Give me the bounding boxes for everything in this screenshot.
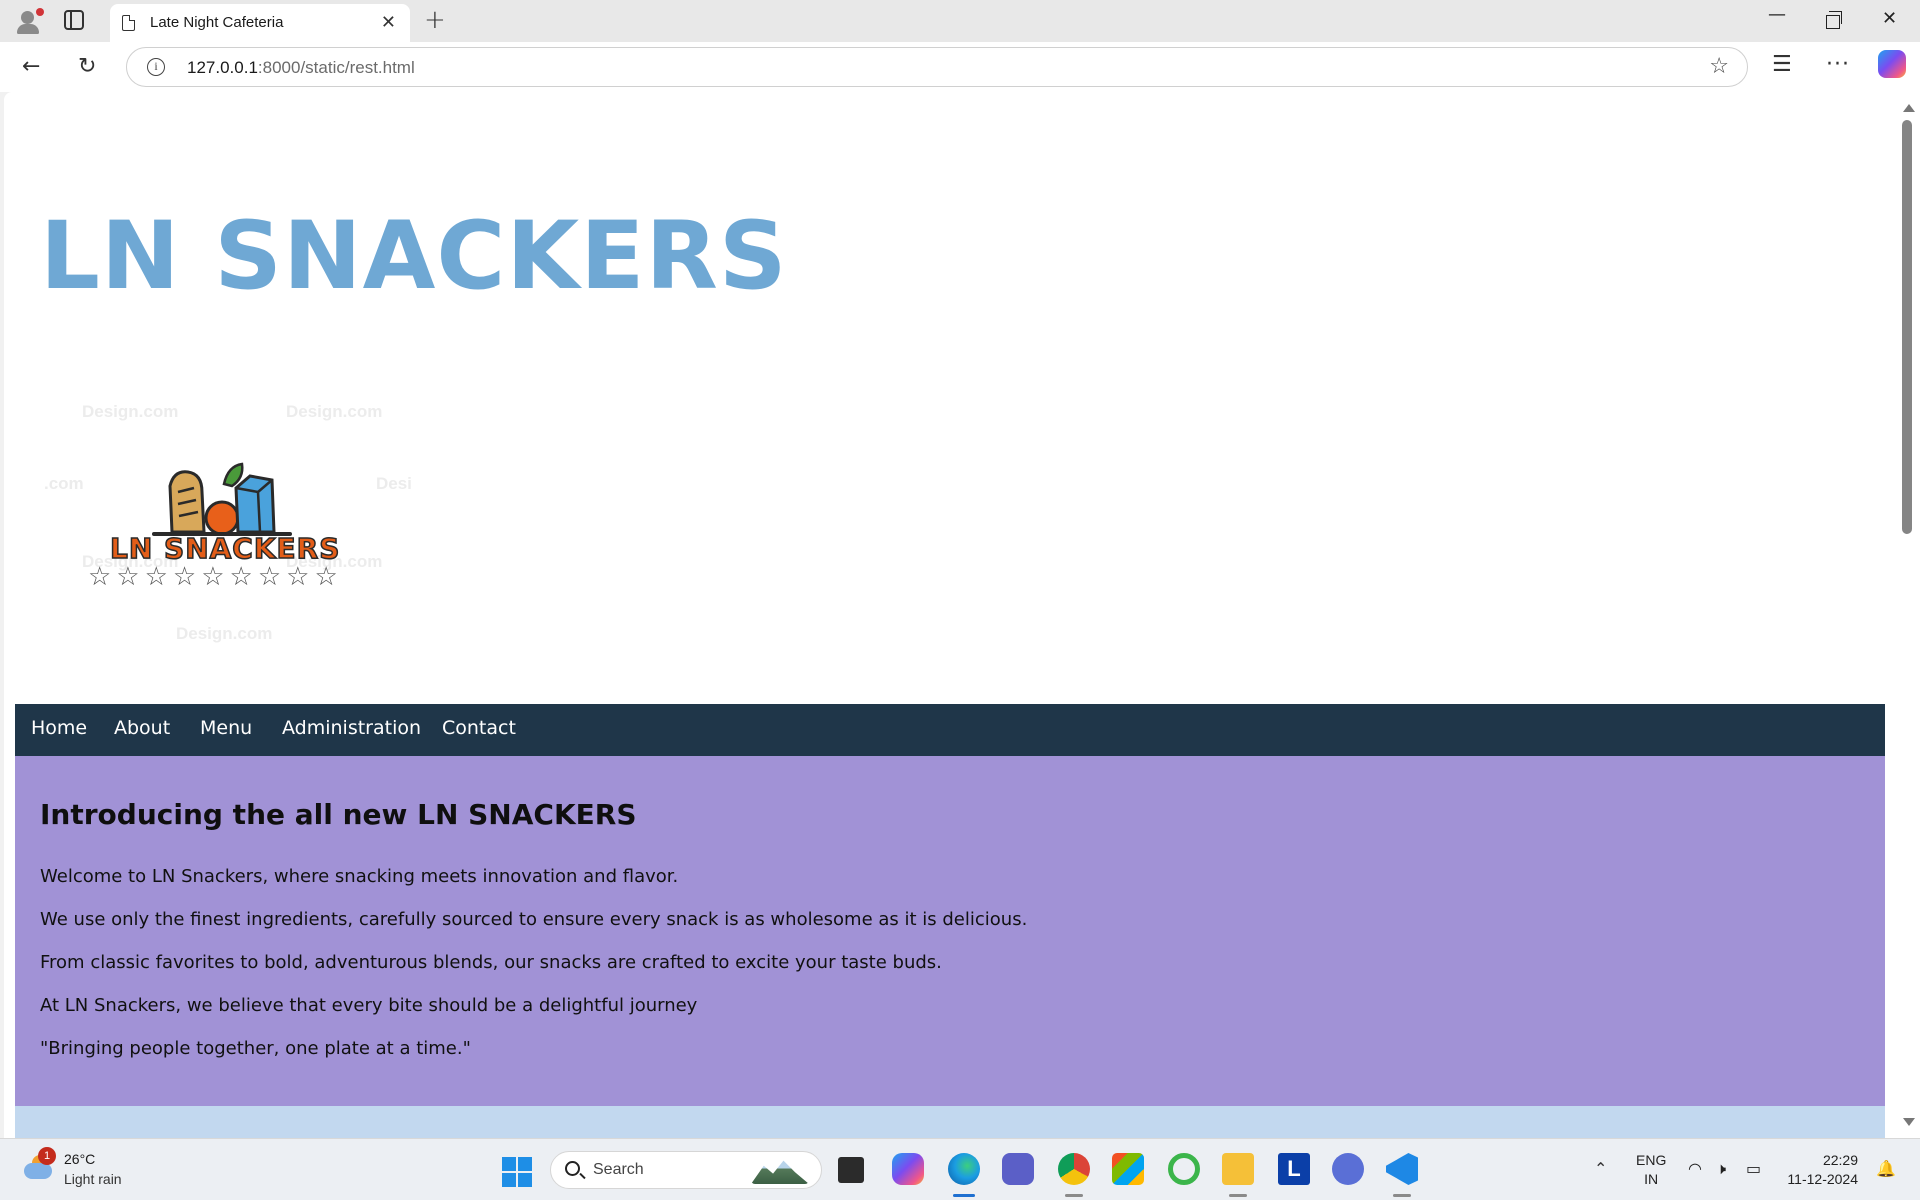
logo-text: LN SNACKERS (109, 531, 341, 566)
tab-title: Late Night Cafeteria (150, 14, 284, 31)
page-viewport: LN SNACKERS Design.com Design.com .com D… (4, 92, 1896, 1138)
page-scrollbar[interactable] (1896, 92, 1920, 1138)
wifi-icon[interactable]: ◠ (1688, 1159, 1702, 1178)
clock-date: 11-12-2024 (1787, 1171, 1858, 1187)
chrome-icon[interactable] (1058, 1153, 1090, 1185)
region-code: IN (1644, 1171, 1659, 1187)
notification-bell-icon[interactable]: 🔔 (1876, 1159, 1896, 1178)
logo-image: Design.com Design.com .com Desi Design.c… (32, 402, 412, 662)
language-indicator[interactable]: ENG IN (1636, 1151, 1666, 1189)
nav-home[interactable]: Home (31, 717, 87, 739)
tray-overflow-chevron-icon[interactable]: ⌃ (1594, 1159, 1607, 1178)
active-app-indicator (953, 1194, 975, 1197)
app-indicator (1393, 1194, 1411, 1197)
clock[interactable]: 22:29 11-12-2024 (1780, 1151, 1858, 1189)
search-icon (565, 1161, 580, 1176)
site-title: LN SNACKERS (40, 202, 788, 311)
taskbar-search[interactable]: Search (550, 1151, 822, 1189)
intro-section: Introducing the all new LN SNACKERS Welc… (15, 756, 1885, 1106)
page-icon (122, 15, 135, 31)
intro-paragraph: At LN Snackers, we believe that every bi… (40, 995, 698, 1016)
app-indicator (1065, 1194, 1083, 1197)
weather-temperature[interactable]: 26°C (64, 1151, 95, 1167)
intro-heading: Introducing the all new LN SNACKERS (40, 798, 637, 831)
watermark: Design.com (82, 402, 179, 421)
address-bar[interactable]: i 127.0.0.1:8000/static/rest.html ☆ (126, 47, 1748, 87)
site-info-icon[interactable]: i (147, 58, 165, 76)
reload-icon[interactable]: ↻ (78, 54, 96, 79)
watermark: Desi (376, 474, 412, 493)
restore-button[interactable] (1826, 11, 1842, 29)
weather-badge: 1 (38, 1147, 56, 1165)
task-view-icon[interactable] (838, 1157, 864, 1183)
more-menu-icon[interactable]: ··· (1826, 52, 1850, 77)
browser-tab-active[interactable]: Late Night Cafeteria ✕ (110, 4, 410, 42)
scroll-down-arrow-icon[interactable] (1903, 1118, 1915, 1126)
next-section (15, 1106, 1885, 1138)
battery-icon[interactable]: ▭ (1746, 1159, 1761, 1178)
windows-start-icon[interactable] (502, 1157, 532, 1187)
intro-paragraph: We use only the finest ingredients, care… (40, 909, 1028, 930)
nav-about[interactable]: About (114, 717, 170, 739)
site-navigation: Home About Menu Administration Contact (15, 704, 1885, 756)
grocery-bag-icon (152, 462, 292, 536)
back-arrow-icon[interactable]: ← (22, 54, 40, 79)
store-icon[interactable] (1112, 1153, 1144, 1185)
nav-contact[interactable]: Contact (442, 717, 516, 739)
search-label: Search (593, 1161, 644, 1178)
nav-menu[interactable]: Menu (200, 717, 252, 739)
clock-time: 22:29 (1822, 1152, 1858, 1168)
weather-description[interactable]: Light rain (64, 1171, 122, 1187)
watermark: Design.com (286, 402, 383, 421)
edge-icon[interactable] (948, 1153, 980, 1185)
minimize-button[interactable]: — (1768, 4, 1786, 25)
volume-muted-icon[interactable]: 🕨 (1716, 1159, 1726, 1179)
vpn-app-icon[interactable] (1332, 1153, 1364, 1185)
teams-icon[interactable] (1002, 1153, 1034, 1185)
profile-icon[interactable] (14, 8, 44, 36)
favorite-star-icon[interactable]: ☆ (1709, 54, 1729, 79)
new-tab-button[interactable]: + (424, 5, 446, 35)
browser-tab-strip: Late Night Cafeteria ✕ + — ✕ (0, 0, 1920, 42)
language-code: ENG (1636, 1152, 1667, 1168)
window-close-button[interactable]: ✕ (1882, 8, 1897, 29)
copilot-icon[interactable] (1878, 50, 1906, 78)
scroll-up-arrow-icon[interactable] (1903, 104, 1915, 112)
intro-paragraph: Welcome to LN Snackers, where snacking m… (40, 866, 679, 887)
copilot-icon[interactable] (892, 1153, 924, 1185)
intro-quote: "Bringing people together, one plate at … (40, 1038, 471, 1059)
nav-administration[interactable]: Administration (282, 717, 421, 739)
app-indicator (1229, 1194, 1247, 1197)
taskbar: 1 26°C Light rain Search L ⌃ ENG IN ◠ 🕨 … (0, 1138, 1920, 1200)
favorites-icon[interactable]: ☰ (1772, 52, 1792, 77)
vscode-icon[interactable] (1386, 1153, 1418, 1185)
browser-toolbar: ← ↻ i 127.0.0.1:8000/static/rest.html ☆ … (0, 42, 1920, 92)
star-rating: ☆☆☆☆☆☆☆☆☆ (88, 562, 343, 592)
file-explorer-icon[interactable] (1222, 1153, 1254, 1185)
search-highlight-image (751, 1160, 809, 1184)
l-app-icon[interactable]: L (1278, 1153, 1310, 1185)
scroll-thumb[interactable] (1902, 120, 1912, 534)
watermark: Design.com (176, 624, 273, 643)
watermark: .com (44, 474, 84, 493)
tab-actions-icon[interactable] (64, 10, 84, 30)
url-text[interactable]: 127.0.0.1:8000/static/rest.html (187, 58, 415, 78)
tab-close-icon[interactable]: ✕ (381, 12, 396, 33)
app-ring-icon[interactable] (1168, 1153, 1200, 1185)
intro-paragraph: From classic favorites to bold, adventur… (40, 952, 942, 973)
